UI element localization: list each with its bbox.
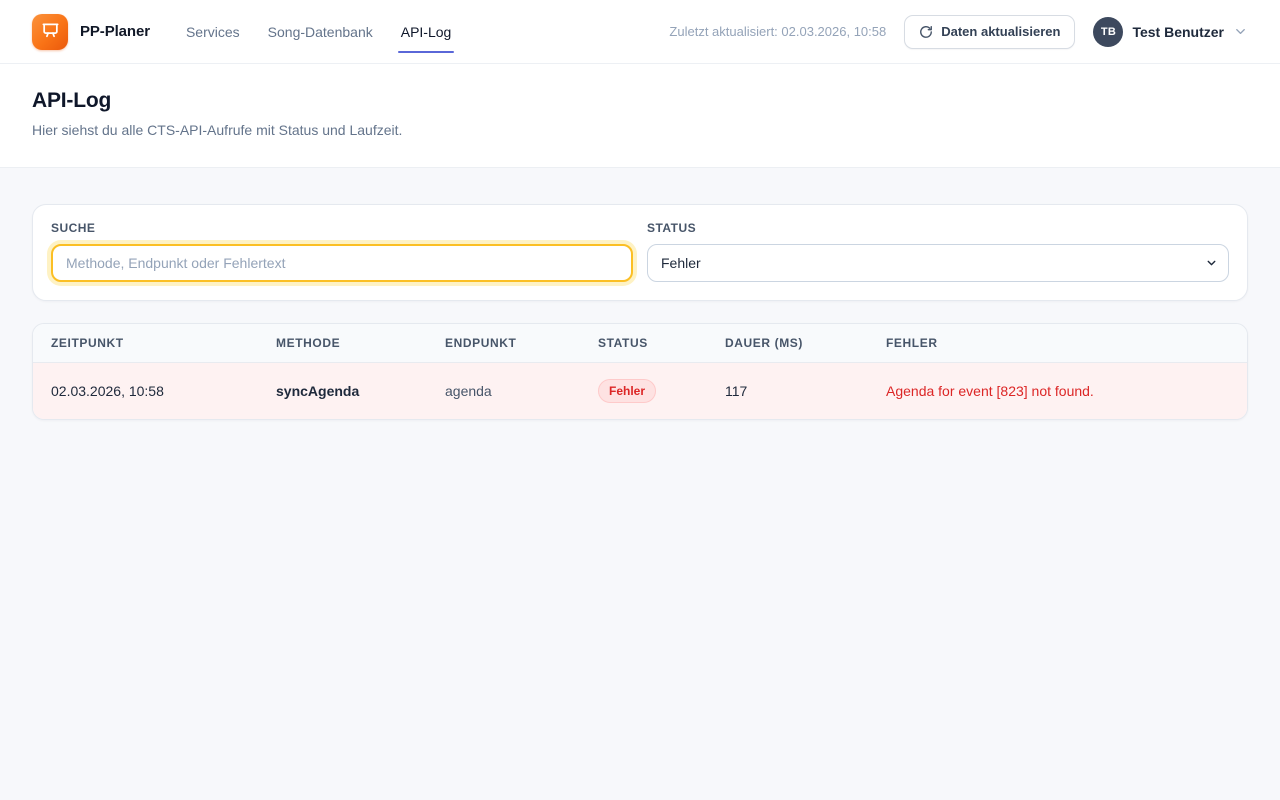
page-head: API-Log Hier siehst du alle CTS-API-Aufr…: [0, 64, 1280, 168]
main-nav: Services Song-Datenbank API-Log: [186, 20, 451, 44]
filter-card: SUCHE STATUS Fehler: [32, 204, 1248, 301]
column-header-endpunkt: ENDPUNKT: [427, 324, 580, 363]
cell-status: Fehler: [580, 363, 707, 420]
column-header-fehler: FEHLER: [868, 324, 1247, 363]
cell-methode: syncAgenda: [258, 363, 427, 420]
last-updated-text: Zuletzt aktualisiert: 02.03.2026, 10:58: [669, 24, 886, 39]
status-label: STATUS: [647, 221, 1229, 235]
cell-fehler: Agenda for event [823] not found.: [868, 363, 1247, 420]
avatar: TB: [1093, 17, 1123, 47]
page-subtitle: Hier siehst du alle CTS-API-Aufrufe mit …: [32, 122, 1248, 138]
nav-item-api-log[interactable]: API-Log: [401, 20, 452, 44]
main-content: SUCHE STATUS Fehler: [0, 168, 1280, 456]
column-header-methode: METHODE: [258, 324, 427, 363]
status-select-wrap: Fehler: [647, 244, 1229, 282]
presentation-icon: [41, 22, 60, 41]
refresh-icon: [919, 25, 933, 39]
status-field-group: STATUS Fehler: [647, 221, 1229, 282]
table-header-row: ZEITPUNKT METHODE ENDPUNKT STATUS DAUER …: [33, 324, 1247, 363]
search-label: SUCHE: [51, 221, 633, 235]
refresh-data-button[interactable]: Daten aktualisieren: [904, 15, 1075, 49]
cell-dauer-ms: 117: [707, 363, 868, 420]
refresh-button-label: Daten aktualisieren: [941, 24, 1060, 39]
api-log-table-card: ZEITPUNKT METHODE ENDPUNKT STATUS DAUER …: [32, 323, 1248, 420]
page-title: API-Log: [32, 89, 1248, 113]
cell-zeitpunkt: 02.03.2026, 10:58: [33, 363, 258, 420]
brand-name: PP-Planer: [80, 23, 150, 40]
user-menu[interactable]: TB Test Benutzer: [1093, 17, 1248, 47]
api-log-table: ZEITPUNKT METHODE ENDPUNKT STATUS DAUER …: [33, 324, 1247, 419]
app-header: PP-Planer Services Song-Datenbank API-Lo…: [0, 0, 1280, 64]
status-badge: Fehler: [598, 379, 656, 403]
nav-item-song-datenbank[interactable]: Song-Datenbank: [268, 20, 373, 44]
brand[interactable]: PP-Planer: [32, 14, 150, 50]
app-logo: [32, 14, 68, 50]
status-select[interactable]: Fehler: [647, 244, 1229, 282]
column-header-zeitpunkt: ZEITPUNKT: [33, 324, 258, 363]
column-header-status: STATUS: [580, 324, 707, 363]
user-name: Test Benutzer: [1132, 24, 1224, 40]
cell-endpunkt: agenda: [427, 363, 580, 420]
search-input[interactable]: [51, 244, 633, 282]
header-right: Zuletzt aktualisiert: 02.03.2026, 10:58 …: [669, 15, 1248, 49]
nav-item-services[interactable]: Services: [186, 20, 240, 44]
search-field-group: SUCHE: [51, 221, 633, 282]
column-header-dauer: DAUER (MS): [707, 324, 868, 363]
chevron-down-icon: [1233, 24, 1248, 39]
table-row: 02.03.2026, 10:58 syncAgenda agenda Fehl…: [33, 363, 1247, 420]
